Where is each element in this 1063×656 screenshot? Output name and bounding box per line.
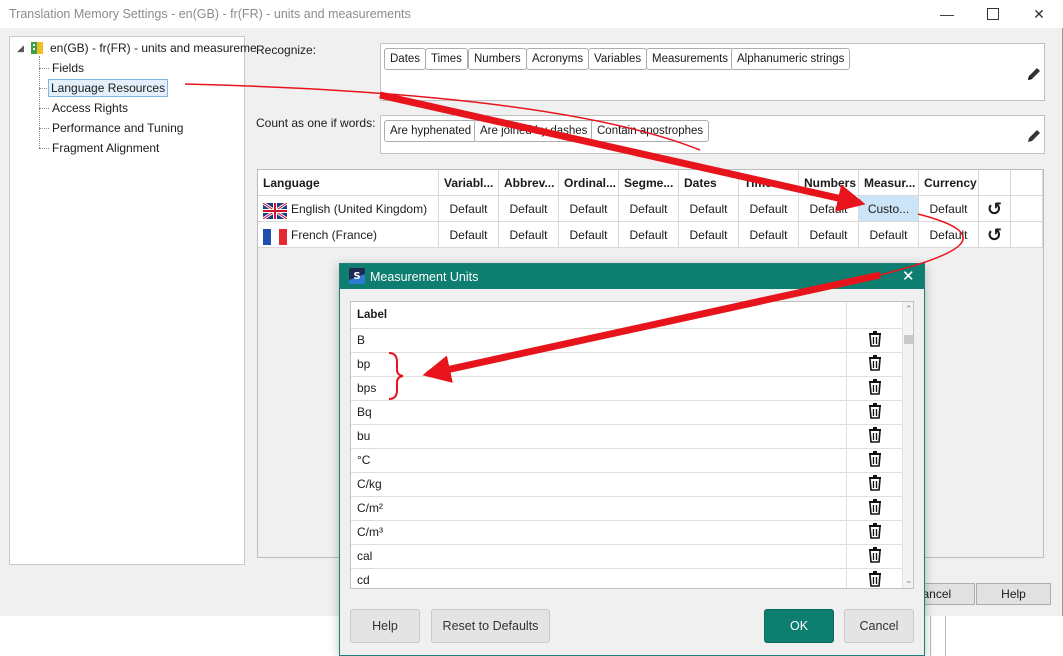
annotation-brace [388,352,404,400]
annotation-curve [879,213,964,276]
annotation-arrow-to-units [422,271,881,383]
annotation-arrow-thin [184,83,701,151]
annotation-arrow-to-custom [379,91,866,212]
annotation-overlay [184,83,964,400]
